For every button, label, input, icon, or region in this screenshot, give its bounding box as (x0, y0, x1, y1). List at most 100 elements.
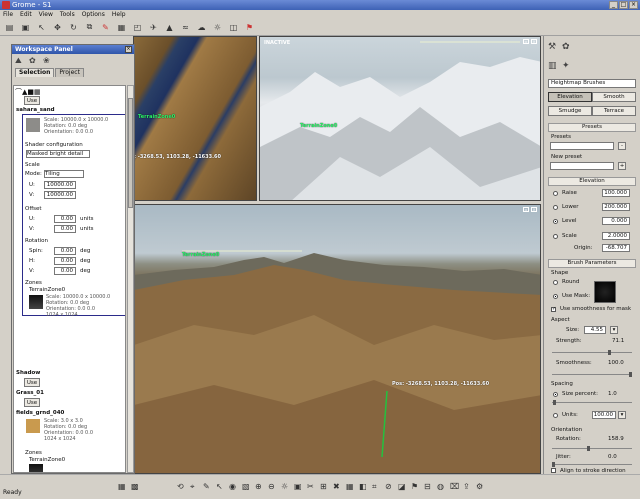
tab-selection[interactable]: Selection (15, 68, 55, 77)
open-icon[interactable]: ▣ (20, 22, 31, 33)
brush-params-header[interactable]: Brush Parameters (548, 259, 636, 268)
snap-icon[interactable]: ⊞ (320, 482, 330, 492)
grid-toggle-icon[interactable]: ▦ (346, 482, 356, 492)
redo-icon[interactable]: ↻ (68, 22, 79, 33)
v-rot-input[interactable]: 0.00 (54, 267, 76, 275)
map-icon[interactable]: ◫ (228, 22, 239, 33)
units-radio[interactable] (553, 413, 558, 418)
scale-radio[interactable] (553, 234, 558, 239)
terrain-tool-icon[interactable]: ⛰ (15, 56, 26, 66)
strength-slider[interactable] (552, 350, 632, 355)
layer-name[interactable]: sahara_sand (16, 107, 55, 113)
offset-u-input[interactable]: 0.00 (54, 215, 76, 223)
fields-layer[interactable]: fields_grnd_040 (16, 410, 64, 416)
level-radio[interactable] (553, 219, 558, 224)
mode-dropdown[interactable]: Tiling (44, 170, 84, 178)
grass-layer[interactable]: Grass_01 (16, 390, 44, 396)
fill-tool-icon[interactable]: ▥ (548, 61, 557, 71)
menu-options[interactable]: Options (82, 10, 105, 19)
delete-icon[interactable]: ✖ (333, 482, 343, 492)
close-icon[interactable]: × (125, 46, 132, 53)
offset-v-input[interactable]: 0.00 (54, 225, 76, 233)
menu-tools[interactable]: Tools (60, 10, 75, 19)
fill-icon[interactable]: ◧ (359, 482, 369, 492)
sky-icon[interactable]: ☁ (196, 22, 207, 33)
h-input[interactable]: 0.00 (54, 257, 76, 265)
use-smoothness-checkbox[interactable]: ✓ (551, 307, 556, 312)
size-percent-radio[interactable] (553, 392, 558, 397)
size-stepper[interactable]: ▾ (610, 326, 618, 334)
rotation-slider[interactable] (552, 446, 632, 451)
brush-icon[interactable]: ✎ (203, 482, 213, 492)
cursor-icon[interactable]: ↖ (216, 482, 226, 492)
layer-tool-icon[interactable]: ✿ (29, 56, 40, 66)
level-input[interactable]: 0.000 (602, 217, 630, 225)
camera-icon[interactable]: ◰ (132, 22, 143, 33)
grid-icon[interactable]: ▦ (116, 22, 127, 33)
shadow-use-button[interactable]: Use (24, 378, 40, 387)
workspace-panel-title[interactable]: Workspace Panel (12, 45, 134, 54)
units-input[interactable]: 100.00 (592, 411, 616, 419)
elevation-button[interactable]: Elevation (548, 92, 592, 102)
lower-input[interactable]: 200.000 (602, 203, 630, 211)
size-input[interactable]: 4.55 (584, 326, 606, 334)
workspace-scrollbar[interactable] (127, 85, 134, 473)
tab-project[interactable]: Project (55, 68, 84, 77)
globe-icon[interactable]: ◍ (437, 482, 447, 492)
settings-icon[interactable]: ⚙ (476, 482, 486, 492)
texture-icon[interactable]: ▧ (242, 482, 252, 492)
use-mask-radio[interactable] (553, 294, 558, 299)
use-button[interactable]: Use (24, 96, 40, 105)
presets-header[interactable]: Presets (548, 123, 636, 132)
terrain-icon[interactable]: ▲ (164, 22, 175, 33)
screenshot-icon[interactable]: ⌧ (450, 482, 460, 492)
raise-radio[interactable] (553, 191, 558, 196)
jitter-slider[interactable] (552, 462, 632, 467)
new-preset-input[interactable] (550, 162, 614, 170)
export-icon[interactable]: ⇪ (463, 482, 473, 492)
size-percent-slider[interactable] (552, 400, 632, 405)
paint-icon[interactable]: ✎ (100, 22, 111, 33)
ruler-icon[interactable]: ⊟ (424, 482, 434, 492)
brush-type-dropdown[interactable]: Heightmap Brushes (548, 79, 636, 88)
flag-bottom-icon[interactable]: ⚑ (411, 482, 421, 492)
scale-v-input[interactable]: 10000.00 (44, 191, 76, 199)
flag-icon[interactable]: ⚑ (244, 22, 255, 33)
cut-icon[interactable]: ✂ (307, 482, 317, 492)
paint-bucket-icon[interactable]: ◪ (398, 482, 408, 492)
shader-dropdown[interactable]: Masked bright detail (26, 150, 90, 158)
elevation-header[interactable]: Elevation (548, 177, 636, 186)
camera-view-icon[interactable]: ◉ (229, 482, 239, 492)
sun-icon[interactable]: ☼ (212, 22, 223, 33)
viewport-main[interactable]: ▫ × TerrainZone0 Pos: -3268.53, 1103.28, … (133, 204, 541, 474)
menu-file[interactable]: File (3, 10, 13, 19)
stop-icon[interactable]: ⊘ (385, 482, 395, 492)
maximize-button[interactable]: □ (619, 1, 628, 9)
wire-icon[interactable]: ⌗ (372, 482, 382, 492)
spin-input[interactable]: 0.00 (54, 247, 76, 255)
add-preset-button[interactable]: + (618, 162, 626, 170)
scale-u-input[interactable]: 10000.00 (44, 181, 76, 189)
zoom-in-icon[interactable]: ⊕ (255, 482, 265, 492)
close-button[interactable]: × (629, 1, 638, 9)
round-radio[interactable] (553, 280, 558, 285)
save-icon[interactable]: ▤ (4, 22, 15, 33)
smudge-button[interactable]: Smudge (548, 106, 592, 116)
undo-icon[interactable]: ⧉ (84, 22, 95, 33)
mask-preview[interactable] (594, 281, 616, 303)
viewport-top-left[interactable]: TerrainZone0 : -3268.53, 1103.28, -11633… (133, 36, 257, 201)
viewport-top-right[interactable]: INACTIVE ▫ × TerrainZone0 (259, 36, 541, 201)
water-icon[interactable]: ≈ (180, 22, 191, 33)
smooth-button[interactable]: Smooth (592, 92, 636, 102)
brush-tool-icon[interactable]: ⚒ (548, 42, 556, 52)
rotate-view-icon[interactable]: ⟲ (177, 482, 187, 492)
menu-help[interactable]: Help (112, 10, 126, 19)
pointer-icon[interactable]: ↖ (36, 22, 47, 33)
select-icon[interactable]: ⌖ (190, 482, 200, 492)
paint-tool-icon[interactable]: ✿ (562, 42, 570, 52)
scale-input[interactable]: 2.0000 (602, 232, 630, 240)
origin-input[interactable]: -68.707 (602, 244, 630, 252)
light-icon[interactable]: ☼ (281, 482, 291, 492)
menu-edit[interactable]: Edit (20, 10, 32, 19)
grass-use-button[interactable]: Use (24, 398, 40, 407)
